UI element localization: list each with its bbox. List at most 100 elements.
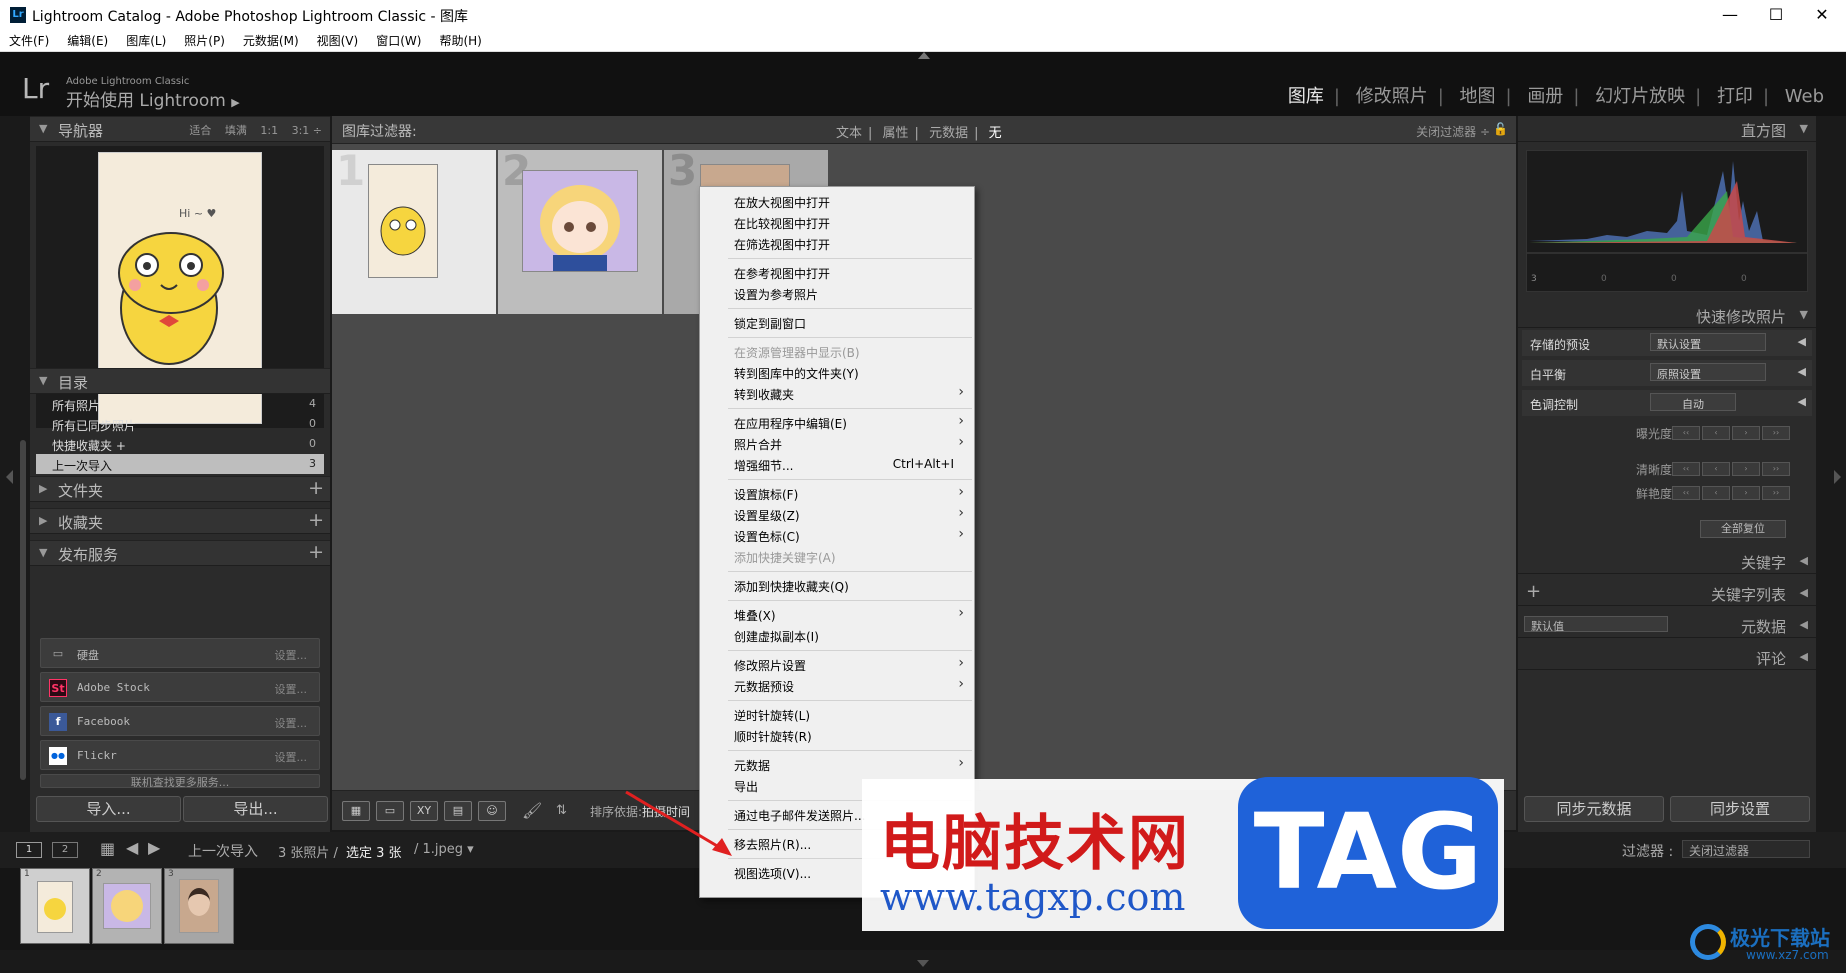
filter-metadata[interactable]: 元数据 <box>929 126 968 141</box>
disclosure-triangle-icon[interactable]: ◀ <box>1798 335 1806 348</box>
ctx-edit-in[interactable]: 在应用程序中编辑(E) › <box>700 412 974 433</box>
exposure-buttons[interactable]: ‹‹ ‹ › ›› <box>1672 424 1802 440</box>
menu-window[interactable]: 窗口(W) <box>367 30 430 49</box>
filmstrip-thumb-1[interactable]: 1 <box>20 868 90 944</box>
setup-link[interactable]: 设置... <box>275 715 308 731</box>
publish-flickr[interactable]: ●● Flickr 设置... <box>40 740 320 770</box>
auto-tone-button[interactable]: 自动 <box>1650 393 1736 411</box>
grid-view-icon[interactable]: ▦ <box>342 801 370 821</box>
filmstrip-thumb-2[interactable]: 2 <box>92 868 162 944</box>
second-window-button[interactable]: 2 <box>52 842 78 858</box>
ctx-show-in-explorer[interactable]: 在资源管理器中显示(B) <box>700 341 974 362</box>
compare-view-icon[interactable]: XY <box>410 801 438 821</box>
sync-settings-button[interactable]: 同步设置 <box>1670 796 1810 822</box>
filter-text[interactable]: 文本 <box>836 126 862 141</box>
publish-services-header[interactable]: ▼ 发布服务 + <box>30 540 330 566</box>
module-slideshow[interactable]: 幻灯片放映 <box>1595 86 1685 107</box>
ctx-go-to-collection[interactable]: 转到收藏夹 › <box>700 383 974 404</box>
ctx-metadata-presets[interactable]: 元数据预设 › <box>700 675 974 696</box>
disclosure-triangle-icon[interactable]: ◀ <box>1798 395 1806 408</box>
ctx-open-reference[interactable]: 在参考视图中打开 <box>700 262 974 283</box>
nav-fit[interactable]: 适合 <box>189 124 211 137</box>
left-panel-scrollbar[interactable] <box>20 440 26 780</box>
ctx-set-reference[interactable]: 设置为参考照片 <box>700 283 974 304</box>
menu-file[interactable]: 文件(F) <box>0 30 58 49</box>
ctx-set-flag[interactable]: 设置旗标(F) › <box>700 483 974 504</box>
module-develop[interactable]: 修改照片 <box>1356 86 1428 107</box>
ctx-add-to-quick-collection[interactable]: 添加到快捷收藏夹(Q) <box>700 575 974 596</box>
export-button[interactable]: 导出... <box>183 796 328 822</box>
comments-header[interactable]: 评论 ◀ <box>1518 644 1816 670</box>
ctx-open-compare[interactable]: 在比较视图中打开 <box>700 212 974 233</box>
sync-metadata-button[interactable]: 同步元数据 <box>1524 796 1664 822</box>
grid-cell-2[interactable]: 2 <box>498 146 662 314</box>
clarity-buttons[interactable]: ‹‹ ‹ › ›› <box>1672 460 1802 476</box>
filmstrip-thumb-3[interactable]: 3 <box>164 868 234 944</box>
add-folder-icon[interactable]: + <box>308 477 324 499</box>
setup-link[interactable]: 设置... <box>275 749 308 765</box>
nav-1-1[interactable]: 1:1 <box>260 124 278 137</box>
ctx-enhance-details[interactable]: 增强细节... Ctrl+Alt+I <box>700 454 974 475</box>
ctx-add-shortcut-keyword[interactable]: 添加快捷关键字(A) <box>700 546 974 567</box>
sort-direction-icon[interactable]: ⇅ <box>556 803 567 818</box>
keywording-header[interactable]: 关键字 ◀ <box>1518 548 1816 574</box>
ctx-metadata[interactable]: 元数据 › <box>700 754 974 775</box>
add-keyword-icon[interactable]: + <box>1526 581 1541 602</box>
ctx-create-virtual-copy[interactable]: 创建虚拟副本(I) <box>700 625 974 646</box>
right-panel-toggle-icon[interactable] <box>1834 470 1841 484</box>
catalog-header[interactable]: ▼ 目录 <box>30 368 330 394</box>
survey-view-icon[interactable]: ▤ <box>444 801 472 821</box>
ctx-set-rating[interactable]: 设置星级(Z) › <box>700 504 974 525</box>
ctx-go-to-folder[interactable]: 转到图库中的文件夹(Y) <box>700 362 974 383</box>
setup-link[interactable]: 设置... <box>275 681 308 697</box>
metadata-preset-select[interactable]: 默认值 <box>1524 616 1668 633</box>
nav-fill[interactable]: 填满 <box>225 124 247 137</box>
histogram-header[interactable]: 直方图 ▼ <box>1518 116 1816 142</box>
catalog-item-quick-collection[interactable]: 快捷收藏夹 +0 <box>36 434 324 454</box>
painter-icon[interactable]: 🖌 <box>522 801 542 820</box>
filter-attribute[interactable]: 属性 <box>883 126 909 141</box>
ctx-photo-merge[interactable]: 照片合并 › <box>700 433 974 454</box>
left-panel-toggle-icon[interactable] <box>6 470 13 484</box>
vibrance-buttons[interactable]: ‹‹ ‹ › ›› <box>1672 484 1802 500</box>
quick-develop-header[interactable]: 快速修改照片 ▼ <box>1518 302 1816 328</box>
ctx-stacking[interactable]: 堆叠(X) › <box>700 604 974 625</box>
catalog-item-previous-import[interactable]: 上一次导入 3 <box>36 454 324 474</box>
module-library[interactable]: 图库 <box>1288 86 1324 107</box>
grid-icon[interactable]: ▦ <box>100 839 115 858</box>
find-more-services-button[interactable]: 联机查找更多服务... <box>40 774 320 788</box>
identity-title[interactable]: 开始使用 Lightroom ▶ <box>66 86 240 111</box>
menu-photo[interactable]: 照片(P) <box>175 30 234 49</box>
grid-cell-1[interactable]: 1 <box>332 146 496 314</box>
menu-metadata[interactable]: 元数据(M) <box>234 30 308 49</box>
ctx-open-survey[interactable]: 在筛选视图中打开 <box>700 233 974 254</box>
menu-help[interactable]: 帮助(H) <box>430 30 490 49</box>
back-arrow-icon[interactable]: ◀ <box>126 838 138 857</box>
ctx-rotate-right[interactable]: 顺时针旋转(R) <box>700 725 974 746</box>
ctx-set-color-label[interactable]: 设置色标(C) › <box>700 525 974 546</box>
ctx-open-loupe[interactable]: 在放大视图中打开 <box>700 191 974 212</box>
catalog-item-synced[interactable]: 所有已同步照片 0 <box>36 414 324 434</box>
publish-facebook[interactable]: f Facebook 设置... <box>40 706 320 736</box>
loupe-view-icon[interactable]: ▭ <box>376 801 404 821</box>
menu-library[interactable]: 图库(L) <box>117 30 175 49</box>
module-book[interactable]: 画册 <box>1527 86 1563 107</box>
metadata-header[interactable]: 默认值 元数据 ◀ <box>1518 612 1816 638</box>
disclosure-triangle-icon[interactable]: ◀ <box>1798 365 1806 378</box>
catalog-item-all-photos[interactable]: 所有照片 4 <box>36 394 324 414</box>
close-button[interactable]: ✕ <box>1802 3 1842 27</box>
add-publish-service-icon[interactable]: + <box>308 541 324 563</box>
module-print[interactable]: 打印 <box>1717 86 1753 107</box>
filmstrip-filter-select[interactable]: 关闭过滤器 <box>1682 840 1810 858</box>
import-button[interactable]: 导入... <box>36 796 181 822</box>
publish-hard-drive[interactable]: ▭ 硬盘 设置... <box>40 638 320 668</box>
ctx-rotate-left[interactable]: 逆时针旋转(L) <box>700 704 974 725</box>
module-web[interactable]: Web <box>1785 86 1824 107</box>
top-panel-toggle-icon[interactable] <box>918 52 930 59</box>
ctx-develop-settings[interactable]: 修改照片设置 › <box>700 654 974 675</box>
close-filter-dropdown[interactable]: 关闭过滤器 ÷ <box>1416 123 1490 140</box>
filmstrip-source[interactable]: 上一次导入 <box>188 841 258 861</box>
reset-all-button[interactable]: 全部复位 <box>1700 520 1786 538</box>
collections-header[interactable]: ▶ 收藏夹 + <box>30 508 330 534</box>
main-window-button[interactable]: 1 <box>16 842 42 858</box>
